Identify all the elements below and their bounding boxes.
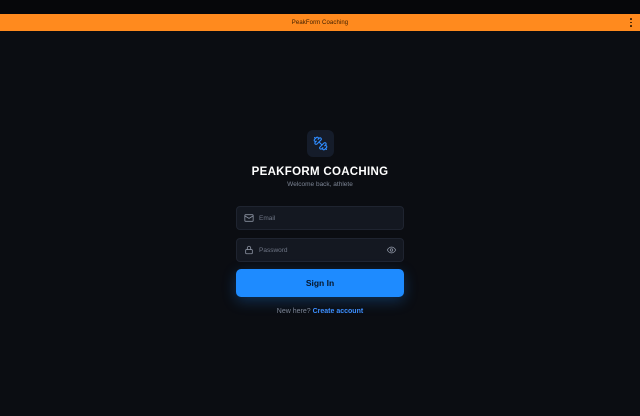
window-title: PeakForm Coaching [291,19,349,26]
status-strip [0,0,640,14]
welcome-subtitle: Welcome back, athlete [287,181,353,188]
title-bar: PeakForm Coaching [0,14,640,31]
login-screen: PEAKFORM COACHING Welcome back, athlete … [0,31,640,416]
password-input[interactable] [254,239,385,261]
mail-icon [244,213,254,223]
overflow-menu-icon[interactable] [628,18,634,27]
lock-icon [244,245,254,255]
create-account-link[interactable]: Create account [313,308,364,315]
logo-tile [307,130,334,157]
sign-in-button[interactable]: Sign In [236,269,404,297]
signup-prompt: New here? Create account [0,308,640,315]
email-input[interactable] [254,207,403,229]
password-field[interactable] [236,238,404,262]
email-field[interactable] [236,206,404,230]
signup-prompt-text: New here? [276,308,311,315]
brand-name: PEAKFORM COACHING [251,166,389,178]
dumbbell-icon [313,136,328,151]
eye-icon[interactable] [385,245,397,255]
